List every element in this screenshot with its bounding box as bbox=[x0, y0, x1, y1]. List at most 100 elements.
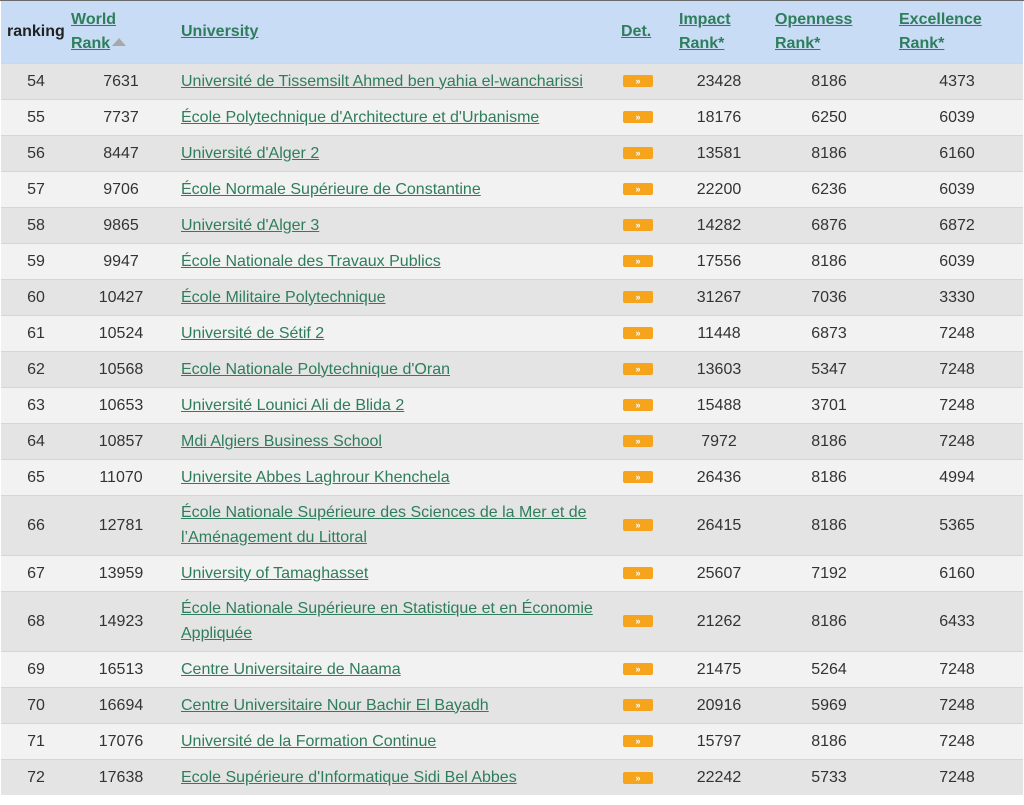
university-link[interactable]: École Militaire Polytechnique bbox=[181, 289, 386, 306]
university-link[interactable]: École Nationale Supérieure en Statistiqu… bbox=[181, 600, 593, 642]
cell-openness-rank: 7036 bbox=[811, 288, 847, 306]
cell-ranking: 64 bbox=[27, 432, 45, 450]
details-button[interactable]: » bbox=[623, 519, 653, 532]
details-button[interactable]: » bbox=[623, 399, 653, 412]
cell-university: Université de la Formation Continue bbox=[171, 723, 621, 759]
cell-excellence-rank: 6039 bbox=[939, 180, 975, 198]
university-link[interactable]: Université de Sétif 2 bbox=[181, 325, 324, 342]
university-link[interactable]: Universite Abbes Laghrour Khenchela bbox=[181, 469, 450, 486]
university-link[interactable]: Université d'Alger 2 bbox=[181, 145, 319, 162]
university-link[interactable]: École Polytechnique d'Architecture et d'… bbox=[181, 109, 539, 126]
table-row: 68 14923 École Nationale Supérieure en Sta… bbox=[1, 591, 1023, 651]
impact-rank-sort-link[interactable]: Impact Rank* bbox=[679, 11, 731, 52]
university-link[interactable]: Ecole Supérieure d'Informatique Sidi Bel… bbox=[181, 769, 517, 786]
details-button[interactable]: » bbox=[623, 183, 653, 196]
ranking-table: ranking World Rank University Det. Impact… bbox=[1, 1, 1023, 795]
university-link[interactable]: University of Tamaghasset bbox=[181, 565, 368, 582]
details-button[interactable]: » bbox=[623, 291, 653, 304]
university-link[interactable]: Centre Universitaire de Naama bbox=[181, 661, 401, 678]
cell-ranking: 67 bbox=[27, 564, 45, 582]
double-chevron-right-icon: » bbox=[635, 256, 641, 267]
cell-det: » bbox=[621, 315, 671, 351]
double-chevron-right-icon: » bbox=[635, 184, 641, 195]
cell-university: École Normale Supérieure de Constantine bbox=[171, 171, 621, 207]
cell-det: » bbox=[621, 279, 671, 315]
university-link[interactable]: Université de Tissemsilt Ahmed ben yahia… bbox=[181, 73, 583, 90]
details-button[interactable]: » bbox=[623, 771, 653, 784]
details-button[interactable]: » bbox=[623, 147, 653, 160]
column-header-world-rank[interactable]: World Rank bbox=[71, 1, 171, 63]
university-link[interactable]: École Normale Supérieure de Constantine bbox=[181, 181, 481, 198]
double-chevron-right-icon: » bbox=[635, 520, 641, 531]
details-button[interactable]: » bbox=[623, 615, 653, 628]
university-link[interactable]: Centre Universitaire Nour Bachir El Baya… bbox=[181, 697, 489, 714]
cell-excellence-rank: 7248 bbox=[939, 324, 975, 342]
cell-openness-rank: 8186 bbox=[811, 72, 847, 90]
cell-det: » bbox=[621, 243, 671, 279]
column-header-university[interactable]: University bbox=[171, 1, 621, 63]
excellence-rank-sort-link[interactable]: Excellence Rank* bbox=[899, 11, 982, 52]
university-link[interactable]: École Nationale Supérieure des Sciences … bbox=[181, 504, 587, 546]
double-chevron-right-icon: » bbox=[635, 736, 641, 747]
double-chevron-right-icon: » bbox=[635, 700, 641, 711]
cell-university: École Nationale des Travaux Publics bbox=[171, 243, 621, 279]
cell-world-rank: 7737 bbox=[103, 108, 139, 126]
details-button[interactable]: » bbox=[623, 327, 653, 340]
det-sort-link[interactable]: Det. bbox=[621, 23, 651, 40]
column-header-excellence[interactable]: Excellence Rank* bbox=[891, 1, 1023, 63]
cell-det: » bbox=[621, 387, 671, 423]
cell-ranking: 56 bbox=[27, 144, 45, 162]
double-chevron-right-icon: » bbox=[635, 148, 641, 159]
cell-university: École Polytechnique d'Architecture et d'… bbox=[171, 99, 621, 135]
cell-university: Ecole Supérieure d'Informatique Sidi Bel… bbox=[171, 759, 621, 795]
column-header-impact[interactable]: Impact Rank* bbox=[671, 1, 767, 63]
cell-det: » bbox=[621, 759, 671, 795]
cell-excellence-rank: 7248 bbox=[939, 732, 975, 750]
table-row: 55 7737 École Polytechnique d'Architecture… bbox=[1, 99, 1023, 135]
cell-university: Université Lounici Ali de Blida 2 bbox=[171, 387, 621, 423]
details-button[interactable]: » bbox=[623, 363, 653, 376]
world-rank-sort-link[interactable]: World Rank bbox=[71, 11, 116, 52]
details-button[interactable]: » bbox=[623, 567, 653, 580]
cell-excellence-rank: 6039 bbox=[939, 252, 975, 270]
double-chevron-right-icon: » bbox=[635, 364, 641, 375]
university-link[interactable]: Ecole Nationale Polytechnique d'Oran bbox=[181, 361, 450, 378]
table-row: 63 10653 Université Lounici Ali de Blida 2… bbox=[1, 387, 1023, 423]
details-button[interactable]: » bbox=[623, 435, 653, 448]
university-sort-link[interactable]: University bbox=[181, 23, 258, 40]
cell-det: » bbox=[621, 459, 671, 495]
cell-impact-rank: 22200 bbox=[696, 180, 742, 198]
cell-university: Université de Tissemsilt Ahmed ben yahia… bbox=[171, 63, 621, 99]
cell-impact-rank: 18176 bbox=[696, 108, 742, 126]
double-chevron-right-icon: » bbox=[635, 436, 641, 447]
university-link[interactable]: Université d'Alger 3 bbox=[181, 217, 319, 234]
university-link[interactable]: École Nationale des Travaux Publics bbox=[181, 253, 441, 270]
column-header-openness[interactable]: Openness Rank* bbox=[767, 1, 891, 63]
column-header-det[interactable]: Det. bbox=[621, 1, 671, 63]
openness-rank-sort-link[interactable]: Openness Rank* bbox=[775, 11, 852, 52]
details-button[interactable]: » bbox=[623, 663, 653, 676]
cell-world-rank: 16513 bbox=[98, 660, 144, 678]
university-link[interactable]: Université de la Formation Continue bbox=[181, 733, 436, 750]
cell-impact-rank: 21475 bbox=[696, 660, 742, 678]
cell-det: » bbox=[621, 171, 671, 207]
university-link[interactable]: Université Lounici Ali de Blida 2 bbox=[181, 397, 404, 414]
cell-world-rank: 8447 bbox=[103, 144, 139, 162]
cell-world-rank: 10524 bbox=[98, 324, 144, 342]
cell-det: » bbox=[621, 555, 671, 591]
cell-openness-rank: 6873 bbox=[811, 324, 847, 342]
details-button[interactable]: » bbox=[623, 699, 653, 712]
details-button[interactable]: » bbox=[623, 255, 653, 268]
double-chevron-right-icon: » bbox=[635, 292, 641, 303]
table-row: 62 10568 Ecole Nationale Polytechnique d'O… bbox=[1, 351, 1023, 387]
details-button[interactable]: » bbox=[623, 75, 653, 88]
details-button[interactable]: » bbox=[623, 111, 653, 124]
university-link[interactable]: Mdi Algiers Business School bbox=[181, 433, 382, 450]
cell-det: » bbox=[621, 99, 671, 135]
details-button[interactable]: » bbox=[623, 471, 653, 484]
details-button[interactable]: » bbox=[623, 735, 653, 748]
cell-impact-rank: 21262 bbox=[696, 612, 742, 630]
cell-world-rank: 11070 bbox=[99, 468, 143, 486]
cell-openness-rank: 5969 bbox=[811, 696, 847, 714]
details-button[interactable]: » bbox=[623, 219, 653, 232]
